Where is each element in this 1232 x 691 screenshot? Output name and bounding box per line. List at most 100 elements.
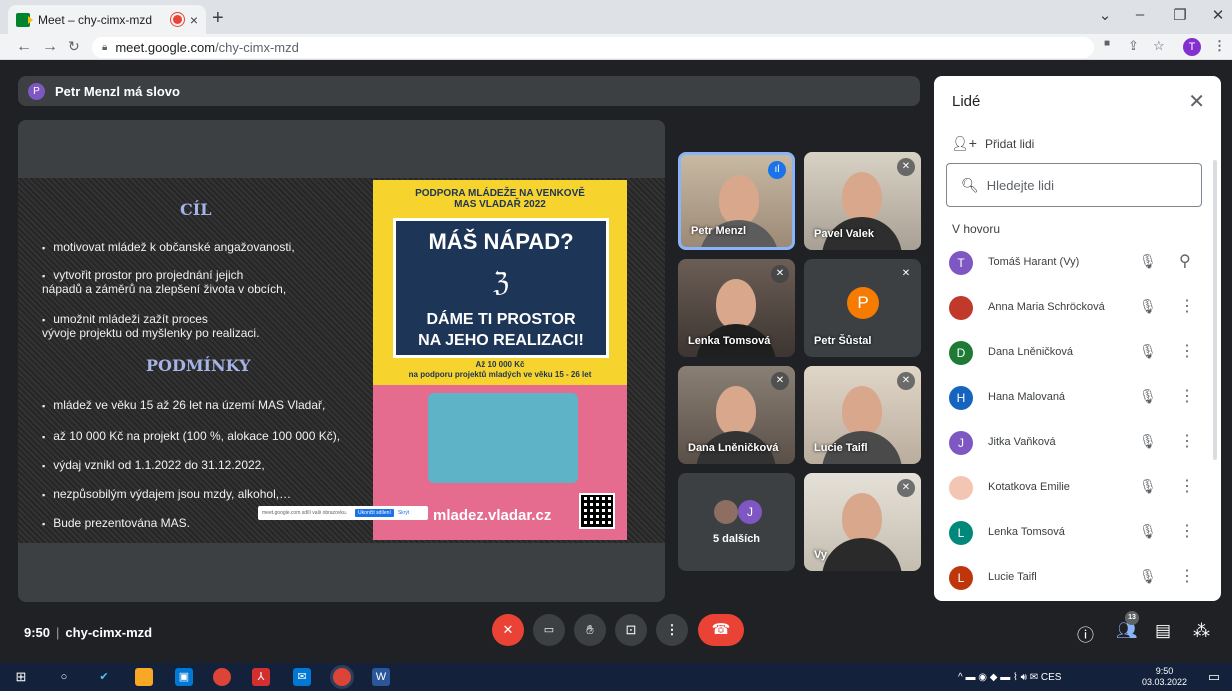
participant-tile[interactable]: ıl Petr Menzl [678,152,795,250]
participant-row[interactable]: Anna Maria Schröcková 🎙︎ ⋮ [934,286,1221,331]
word-icon[interactable]: W [372,668,390,686]
participant-avatar: L [949,521,973,545]
outlook-icon[interactable]: ✉ [293,668,311,686]
chrome-active-icon[interactable] [333,668,351,686]
hide-button[interactable]: Skrýt [398,510,409,516]
camera-in-use-icon[interactable]: ■ [1104,38,1110,49]
activities-icon[interactable]: ⁂ [1193,621,1210,641]
acrobat-icon[interactable]: ⅄ [252,668,270,686]
stop-sharing-button[interactable]: Ukončit sdílení [355,509,394,517]
search-icon[interactable]: ○ [55,668,73,686]
browser-tab[interactable]: Meet – chy-cimx-mzd × [8,5,206,34]
participant-row[interactable]: D Dana Lněničková 🎙︎ ⋮ [934,331,1221,376]
mic-off-icon: 🎙︎ [1139,298,1157,314]
participant-tile[interactable]: ✕ Lucie Taifl [804,366,921,464]
new-tab-button[interactable]: + [212,7,224,30]
pin-icon[interactable]: ⚲ [1179,251,1191,271]
mic-off-icon: 🎙︎ [1139,568,1157,584]
meeting-code: chy-cimx-mzd [65,625,153,640]
share-icon[interactable]: ⇪ [1128,38,1139,54]
more-options-icon[interactable]: ⋮ [1179,566,1195,586]
participant-avatar: J [738,500,762,524]
windows-start-icon[interactable]: ⊞ [12,668,30,686]
participant-row[interactable]: L Lenka Tomsová 🎙︎ ⋮ [934,511,1221,556]
bookmark-star-icon[interactable]: ☆ [1153,38,1165,54]
participant-name: Jitka Vaňková [988,436,1056,448]
participant-video [842,493,882,543]
participant-avatar [949,476,973,500]
participant-tile[interactable]: ✕ Dana Lněničková [678,366,795,464]
more-options-button[interactable]: ⋮ [656,614,688,646]
share-text: meet.google.com sdílí vaši obrazovku. [262,510,348,516]
present-button[interactable]: ⊡ [615,614,647,646]
profile-avatar[interactable]: T [1183,38,1201,56]
input-language: CES [1040,672,1062,683]
camera-button[interactable]: ▭ [533,614,565,646]
chat-icon[interactable]: ▤ [1155,621,1171,641]
minimize-button[interactable]: – [1120,6,1160,23]
participant-video [716,279,756,329]
speaker-avatar: P [28,82,45,100]
mic-off-icon: 🎙︎ [1139,478,1157,494]
participant-row[interactable]: L Lucie Taifl 🎙︎ ⋮ [934,556,1221,601]
panel-scrollbar[interactable] [1213,160,1217,460]
mic-off-icon: 🎙︎ [1139,433,1157,449]
reload-icon[interactable]: ↻ [68,38,80,55]
participant-tile[interactable]: ✕ Pavel Valek [804,152,921,250]
participant-name: Tomáš Harant (Vy) [988,256,1080,268]
chrome-icon[interactable] [213,668,231,686]
participant-avatar: J [949,431,973,455]
maximize-button[interactable]: ❐ [1160,6,1200,24]
participant-row[interactable]: T Tomáš Harant (Vy) 🎙︎ ⚲ [934,241,1221,286]
more-options-icon[interactable]: ⋮ [1179,386,1195,406]
more-options-icon[interactable]: ⋮ [1179,296,1195,316]
participant-name: Anna Maria Schröcková [988,301,1105,313]
more-options-icon[interactable]: ⋮ [1179,521,1195,541]
participant-row[interactable]: J Jitka Vaňková 🎙︎ ⋮ [934,421,1221,466]
meeting-details-icon[interactable]: ⓘ [1077,621,1094,646]
self-view-tile[interactable]: ✕ Vy [804,473,921,571]
add-people-button[interactable]: 👤︎+ Přidat lidi [951,135,1034,152]
more-participants-label: 5 dalších [712,533,761,545]
back-arrow-icon[interactable]: ← [16,38,32,56]
system-clock[interactable]: 9:50 03.03.2022 [1142,666,1187,688]
system-tray[interactable]: ^ ▬ ◉ ◆ ▬ ⌇ 🔊︎ ✉ CES [958,672,1061,683]
search-people-input[interactable]: 🔍︎ Hledejte lidi [946,163,1202,207]
participant-name: Dana Lněničková [688,442,779,454]
condition-item: až 10 000 Kč na projekt (100 %, alokace … [42,429,340,444]
participant-tile[interactable]: P ✕ Petr Šůstal [804,259,921,357]
close-panel-icon[interactable]: ✕ [1188,89,1205,114]
goal-item: motivovat mládež k občanské angažovanost… [42,240,294,255]
forward-arrow-icon[interactable]: → [42,38,58,56]
participant-name: Lucie Taifl [814,442,868,454]
todo-icon[interactable]: ✔ [95,668,113,686]
more-options-icon[interactable]: ⋮ [1179,341,1195,361]
participant-row[interactable]: Kotatkova Emilie 🎙︎ ⋮ [934,466,1221,511]
close-window-button[interactable]: ✕ [1198,6,1232,24]
more-participants-tile[interactable]: J 5 dalších [678,473,795,571]
condition-item: výdaj vznikl od 1.1.2022 do 31.12.2022, [42,458,265,473]
mic-off-icon: ✕ [897,265,915,283]
tab-close-icon[interactable]: × [190,12,198,28]
notifications-icon[interactable]: ▭ [1205,668,1223,686]
tab-search-chevron-icon[interactable]: ⌄ [1085,6,1125,24]
more-options-icon[interactable]: ⋮ [1179,476,1195,496]
mic-off-icon: ✕ [897,479,915,497]
participant-row[interactable]: H Hana Malovaná 🎙︎ ⋮ [934,376,1221,421]
address-bar[interactable]: 🔒︎ meet.google.com/chy-cimx-mzd [92,37,1094,58]
raise-hand-button[interactable]: ✋︎ [574,614,606,646]
condition-item: mládež ve věku 15 až 26 let na území MAS… [42,398,325,413]
slide-heading-conditions: PODMÍNKY [146,356,251,375]
file-explorer-icon[interactable] [135,668,153,686]
mic-off-button[interactable]: ✕ [492,614,524,646]
participant-tile[interactable]: ✕ Lenka Tomsová [678,259,795,357]
more-options-icon[interactable]: ⋮ [1179,431,1195,451]
recording-indicator-icon [172,15,182,24]
participant-photo-icon [714,500,738,524]
trello-icon[interactable]: ▣ [175,668,193,686]
leave-call-button[interactable]: ☎︎ [698,614,744,646]
qr-code-icon [579,493,615,529]
browser-menu-icon[interactable]: ⋮ [1213,38,1226,54]
system-time: 9:50 [1155,666,1174,676]
meeting-info: 9:50 | chy-cimx-mzd [24,625,152,640]
